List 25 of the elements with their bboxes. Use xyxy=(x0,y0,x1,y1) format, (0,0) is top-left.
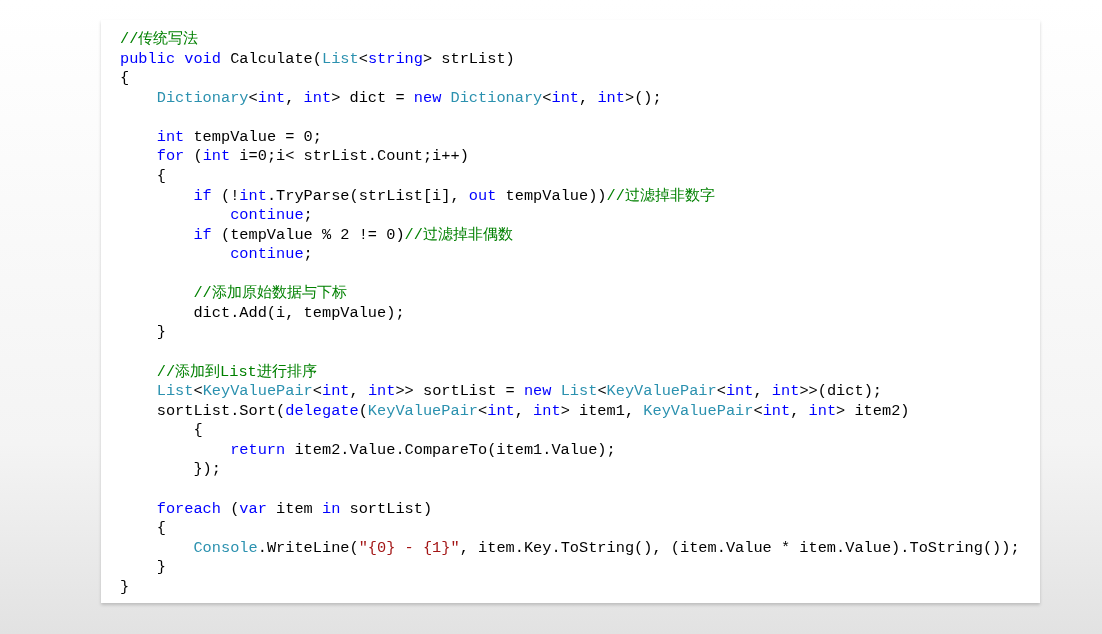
code-line: int tempValue = 0; xyxy=(155,127,322,148)
code-line: } xyxy=(155,558,166,578)
code-line: { xyxy=(155,166,166,187)
code-line: { xyxy=(155,519,166,539)
code-line: dict.Add(i, tempValue); xyxy=(192,303,405,324)
code-line: { xyxy=(120,69,130,89)
code-line: sortList.Sort(delegate(KeyValuePair<int, int> item1, KeyValuePair<int, int> item2) xyxy=(155,401,910,422)
code-line: //添加到List进行排序 xyxy=(155,362,317,383)
code-line: List<KeyValuePair<int, int>> sortList = new List<KeyValuePair<int, int>>(dict); xyxy=(155,382,882,402)
code-line: continue; xyxy=(229,245,313,265)
code-line: if (!int.TryParse(strList[i], out tempValue))//过滤掉非数字 xyxy=(192,186,715,207)
code-line: //传统写法 xyxy=(120,30,199,50)
code-line: } xyxy=(120,577,130,598)
code-line: if (tempValue % 2 != 0)//过滤掉非偶数 xyxy=(192,225,513,246)
code-line: Console.WriteLine("{0} - {1}", item.Key.ToString(), (item.Value * item.Value).ToString()); xyxy=(192,538,1020,559)
code-line: for (int i=0;i< strList.Count;i++) xyxy=(155,147,469,167)
code-line: Dictionary<int, int> dict = new Dictionary<int, int>(); xyxy=(155,88,662,109)
code-line: { xyxy=(192,421,203,441)
code-line: foreach (var item in sortList) xyxy=(155,499,433,520)
code-line: //添加原始数据与下标 xyxy=(192,284,347,304)
code-line: return item2.Value.CompareTo(item1.Value); xyxy=(229,440,616,461)
code-line: public void Calculate(List<string> strList) xyxy=(120,49,515,70)
code-line: continue; xyxy=(229,206,313,226)
code-line: }); xyxy=(192,460,221,480)
code-line: } xyxy=(155,323,166,343)
